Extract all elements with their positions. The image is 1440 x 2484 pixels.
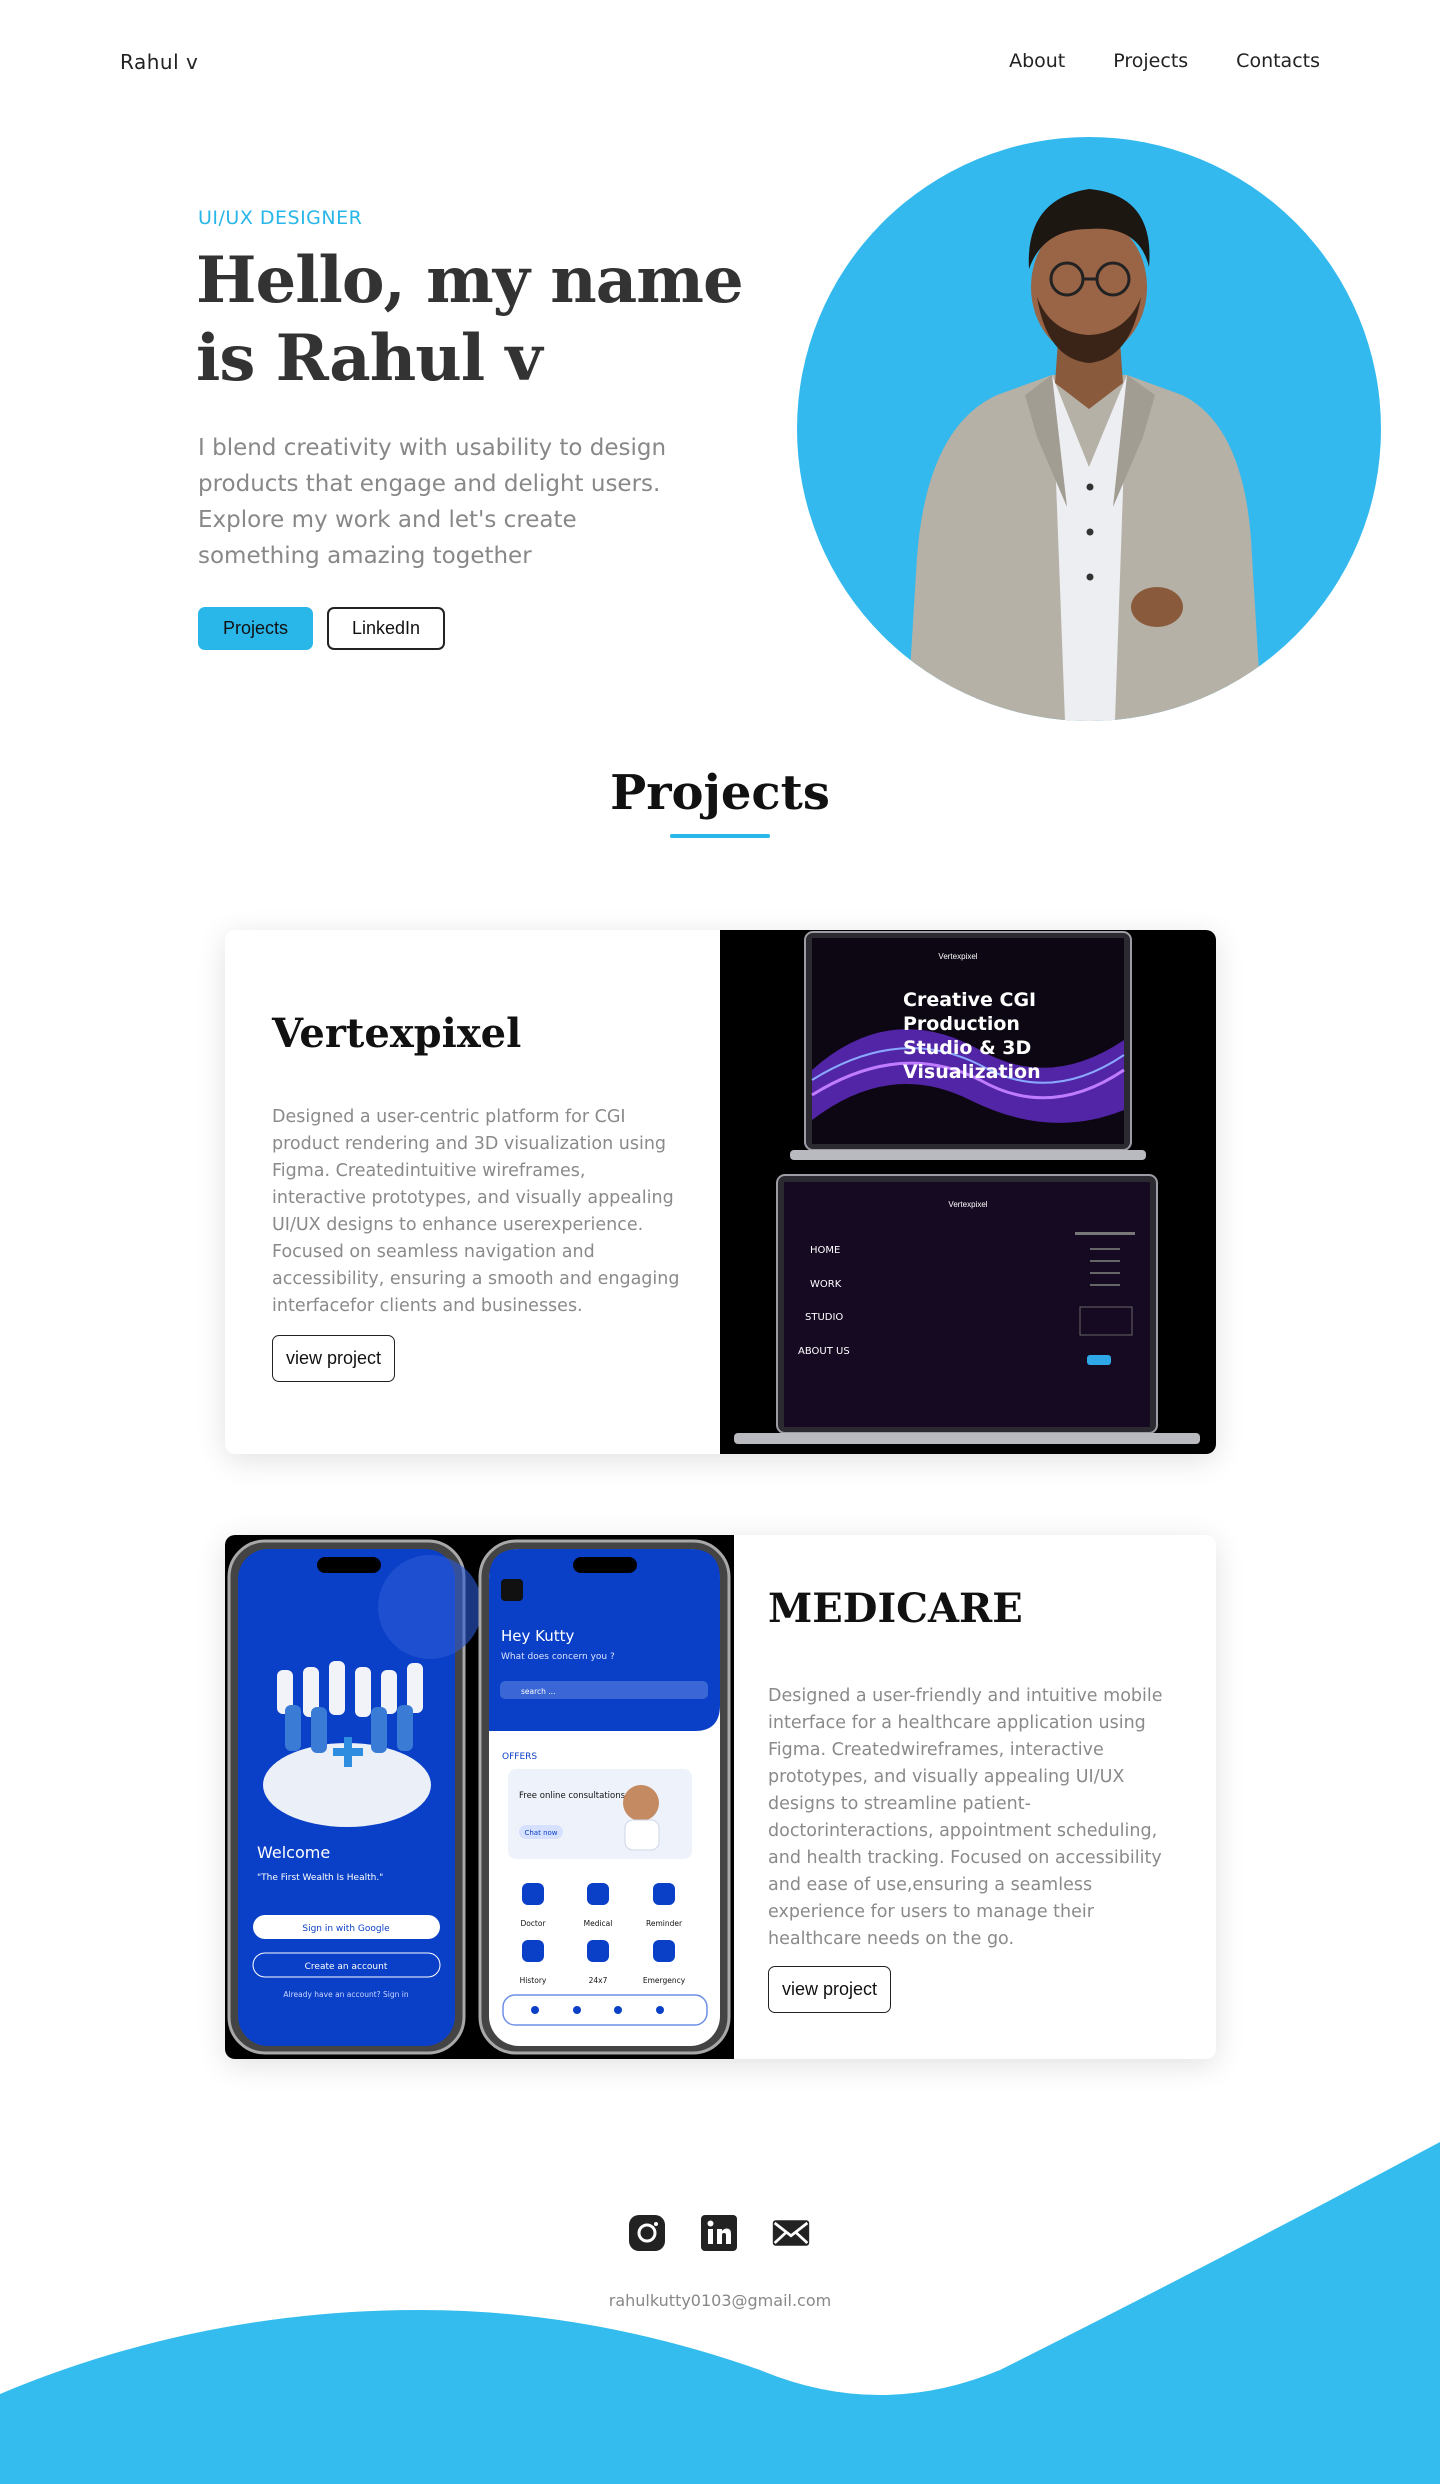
nav-link-about[interactable]: About bbox=[1009, 50, 1065, 72]
vp-headline-2: Production bbox=[903, 1013, 1020, 1035]
instagram-icon[interactable] bbox=[627, 2213, 667, 2253]
linkedin-button[interactable]: LinkedIn bbox=[327, 607, 445, 650]
medicare-create-account: Create an account bbox=[305, 1962, 388, 1972]
medicare-question: What does concern you ? bbox=[501, 1652, 615, 1662]
nav-link-contacts[interactable]: Contacts bbox=[1236, 50, 1320, 72]
footer-email[interactable]: rahulkutty0103@gmail.com bbox=[0, 2291, 1440, 2310]
project-description-vertexpixel: Designed a user-centric platform for CGI… bbox=[272, 1107, 680, 1316]
service-24x7: 24x7 bbox=[589, 1976, 608, 1985]
vp-menu-about: ABOUT US bbox=[798, 1346, 850, 1357]
profile-photo bbox=[797, 137, 1381, 721]
project-card-medicare: Welcome "The First Wealth Is Health." Si… bbox=[225, 1535, 1216, 2059]
medicare-offers: OFFERS bbox=[502, 1752, 537, 1762]
brand-logo[interactable]: Rahul v bbox=[120, 50, 198, 74]
project-title-medicare: MEDICARE bbox=[768, 1585, 1023, 1632]
vp-bottom-brand: Vertexpixel bbox=[948, 1200, 987, 1209]
linkedin-icon[interactable] bbox=[699, 2213, 739, 2253]
vp-top-brand: Vertexpixel bbox=[938, 952, 977, 961]
vp-menu-studio: STUDIO bbox=[805, 1312, 843, 1323]
service-emergency: Emergency bbox=[643, 1976, 686, 1985]
medicare-google-button: Sign in with Google bbox=[302, 1924, 390, 1934]
social-links bbox=[627, 2213, 811, 2253]
view-project-vertexpixel-button[interactable]: view project bbox=[272, 1335, 395, 1382]
view-project-medicare-button[interactable]: view project bbox=[768, 1966, 891, 2013]
service-reminder: Reminder bbox=[646, 1919, 683, 1928]
project-title-vertexpixel: Vertexpixel bbox=[272, 1010, 522, 1057]
medicare-chat-now: Chat now bbox=[524, 1829, 557, 1837]
medicare-offer-text: Free online consultations bbox=[519, 1791, 626, 1801]
vp-menu-home: HOME bbox=[810, 1245, 840, 1256]
medicare-greeting: Hey Kutty bbox=[501, 1627, 575, 1645]
vp-menu-work: WORK bbox=[810, 1279, 842, 1290]
medicare-search: search ... bbox=[521, 1687, 555, 1696]
vp-headline-4: Visualization bbox=[903, 1061, 1041, 1083]
hero-buttons: Projects LinkedIn bbox=[198, 607, 445, 650]
projects-section-title: Projects bbox=[610, 765, 830, 821]
projects-title-underline bbox=[670, 834, 770, 838]
project-description-medicare: Designed a user-friendly and intuitive m… bbox=[768, 1686, 1163, 1949]
medicare-signin-link: Already have an account? Sign in bbox=[283, 1990, 409, 1999]
medicare-screenshot: Welcome "The First Wealth Is Health." Si… bbox=[225, 1535, 734, 2059]
projects-button[interactable]: Projects bbox=[198, 607, 313, 650]
vp-headline-1: Creative CGI bbox=[903, 989, 1036, 1011]
vertexpixel-screenshot: Vertexpixel Creative CGI Production Stud… bbox=[720, 930, 1216, 1454]
project-card-vertexpixel: Vertexpixel Designed a user-centric plat… bbox=[225, 930, 1216, 1454]
hero-description: I blend creativity with usability to des… bbox=[198, 435, 667, 569]
mail-icon[interactable] bbox=[771, 2213, 811, 2253]
service-medical: Medical bbox=[584, 1919, 613, 1928]
vp-headline-3: Studio & 3D bbox=[903, 1037, 1031, 1059]
medicare-welcome: Welcome bbox=[257, 1843, 330, 1862]
service-doctor: Doctor bbox=[520, 1919, 546, 1928]
hero-title-line1: Hello, my name bbox=[196, 243, 744, 318]
hero-title: Hello, my name is Rahul v bbox=[196, 242, 756, 398]
nav-link-projects[interactable]: Projects bbox=[1113, 50, 1188, 72]
hero-role: UI/UX DESIGNER bbox=[198, 207, 363, 229]
medicare-quote: "The First Wealth Is Health." bbox=[257, 1873, 383, 1883]
service-history: History bbox=[520, 1976, 547, 1985]
top-nav: About Projects Contacts bbox=[1009, 50, 1320, 72]
hero-title-line2: is Rahul v bbox=[196, 321, 543, 396]
